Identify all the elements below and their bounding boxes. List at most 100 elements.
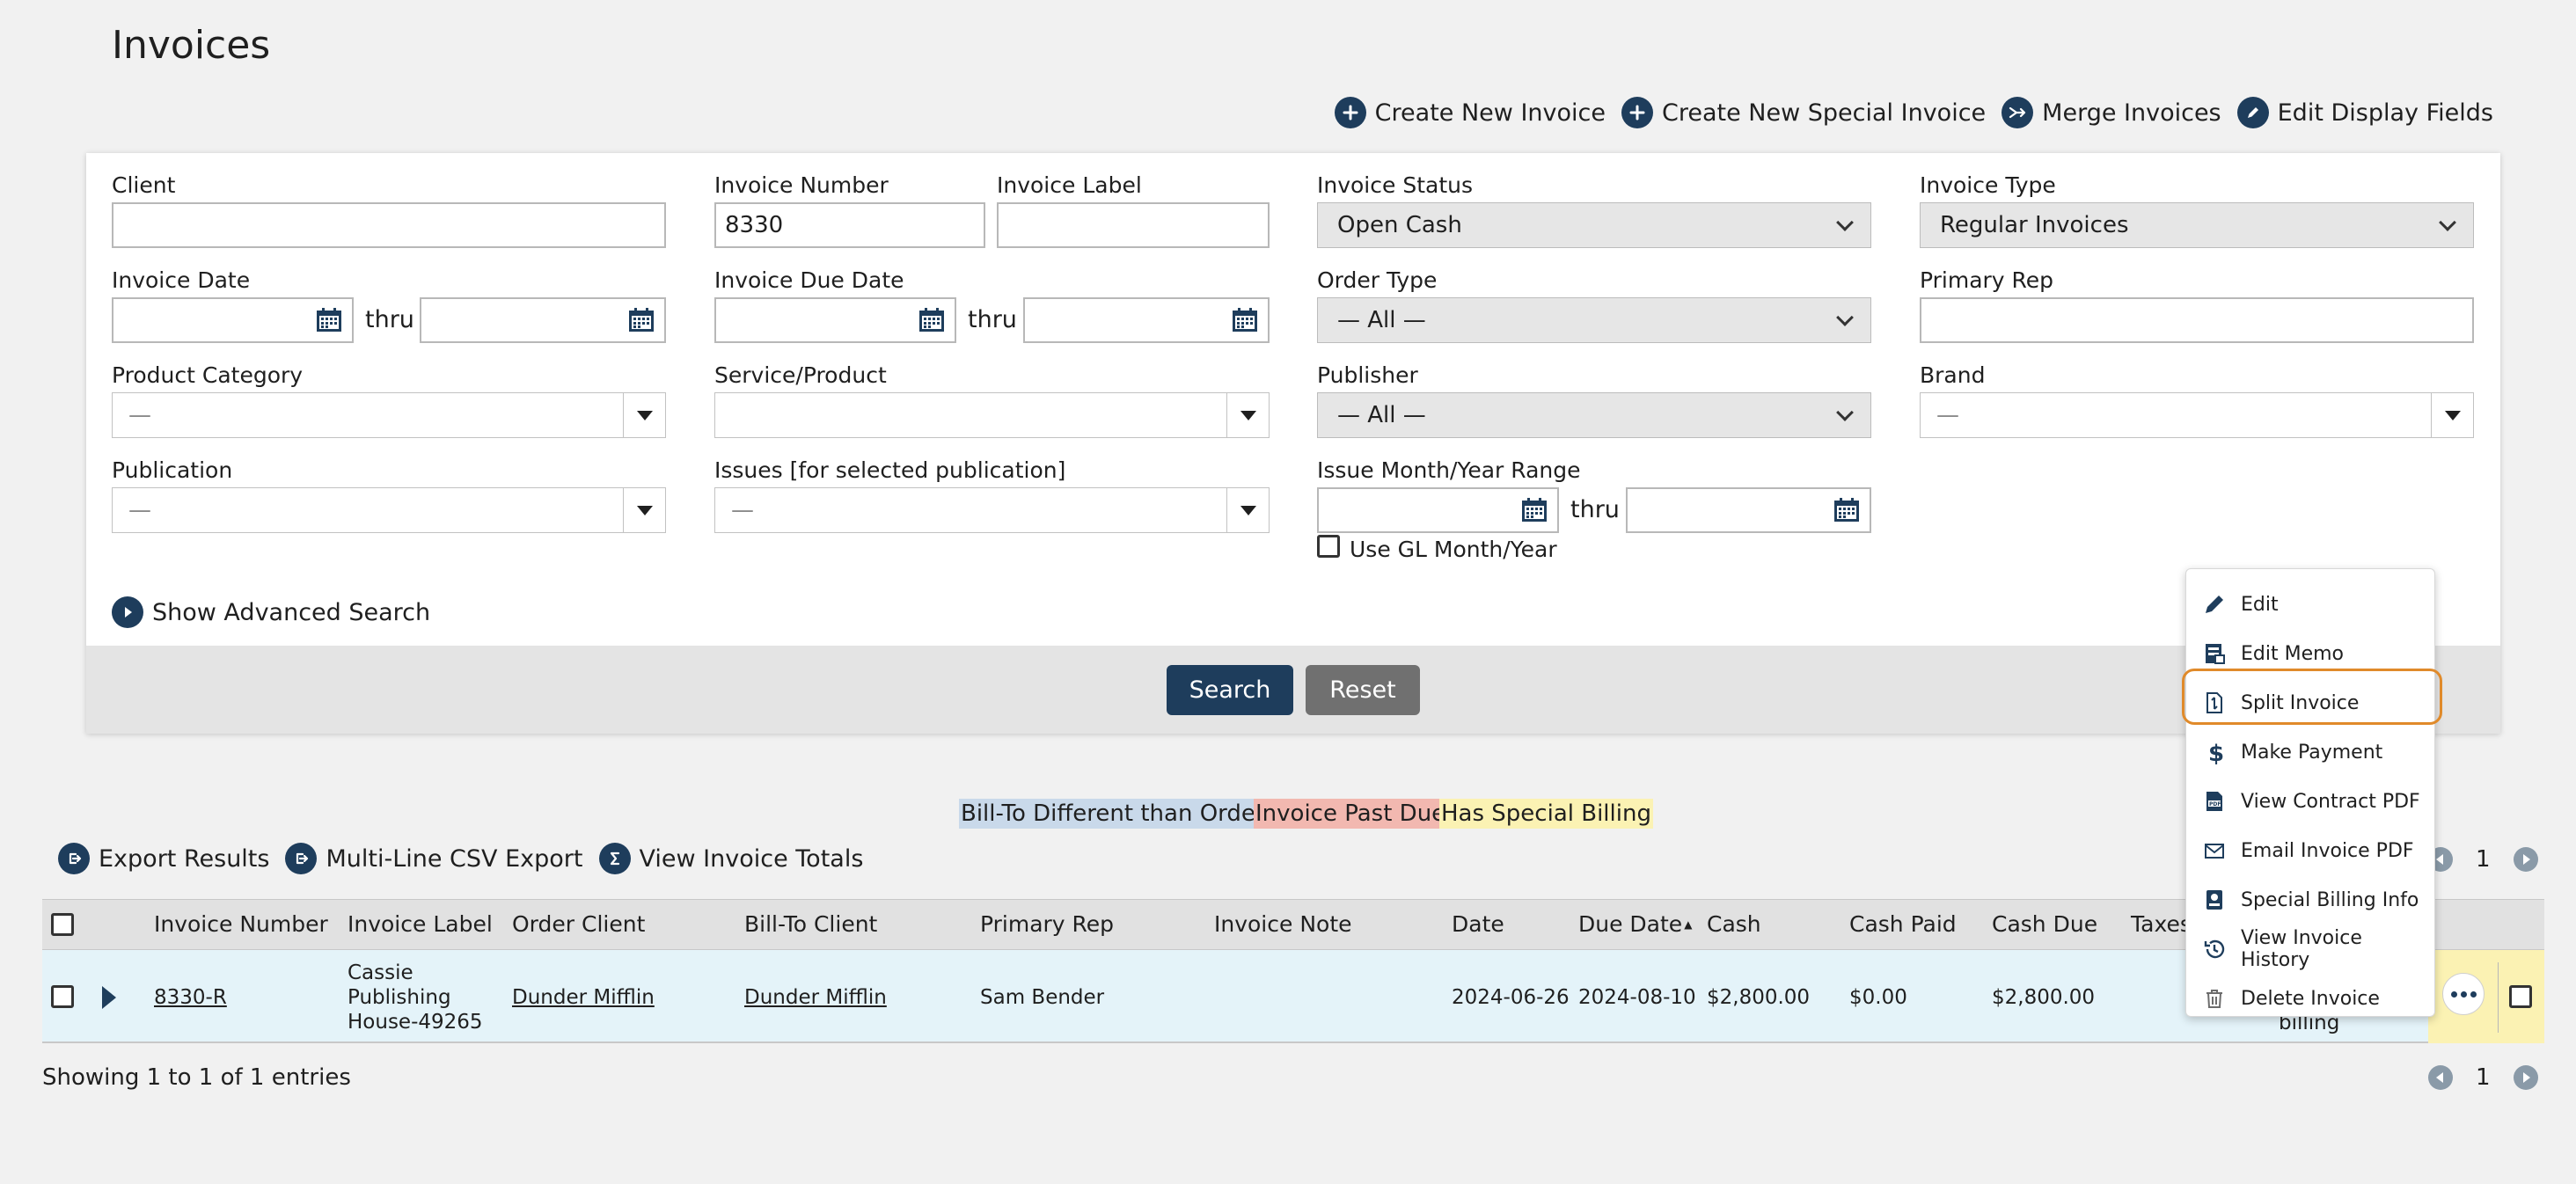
dropdown-arrow-icon[interactable]: [623, 488, 665, 532]
view-invoice-totals-button[interactable]: View Invoice Totals: [598, 843, 863, 874]
dropdown-arrow-icon[interactable]: [2431, 393, 2473, 437]
plus-icon: [1334, 97, 1366, 128]
svg-text:$: $: [2208, 741, 2224, 764]
svg-text:PDF: PDF: [2209, 801, 2221, 808]
menu-item-label: Special Billing Info: [2241, 888, 2419, 911]
order-client-link[interactable]: Dunder Mifflin: [512, 986, 655, 1009]
service-product-label: Service/Product: [714, 362, 887, 388]
cash-cell: $2,800.00: [1707, 986, 1811, 1009]
column-invoice-note[interactable]: Invoice Note: [1214, 911, 1352, 937]
menu-item-label: Delete Invoice: [2241, 987, 2380, 1010]
column-due-date[interactable]: Due Date ▲: [1578, 911, 1692, 937]
use-gl-checkbox[interactable]: [1317, 535, 1340, 558]
bottom-pager: 1: [2428, 1064, 2538, 1091]
menu-item-delete-invoice[interactable]: Delete Invoice: [2186, 976, 2436, 1021]
column-invoice-number[interactable]: Invoice Number: [154, 911, 328, 937]
bill-to-client-link[interactable]: Dunder Mifflin: [744, 986, 887, 1009]
select-all-checkbox[interactable]: [51, 913, 74, 936]
menu-item-view-contract-pdf[interactable]: PDF View Contract PDF: [2186, 778, 2436, 824]
expand-row-icon[interactable]: [102, 986, 116, 1009]
cash-due-cell: $2,800.00: [1992, 986, 2096, 1009]
invoice-date-from-input[interactable]: [112, 297, 354, 343]
issue-range-to-input[interactable]: [1626, 487, 1871, 533]
client-input[interactable]: [112, 202, 666, 248]
invoice-number-input[interactable]: [714, 202, 985, 248]
issue-range-thru: thru: [1570, 496, 1620, 523]
invoice-status-select[interactable]: Open Cash: [1317, 202, 1871, 248]
menu-item-label: Edit Memo: [2241, 642, 2345, 665]
publisher-label: Publisher: [1317, 362, 1418, 388]
row-checkbox[interactable]: [51, 985, 74, 1008]
merge-invoices-label: Merge Invoices: [2042, 99, 2221, 127]
invoice-number-link[interactable]: 8330-R: [154, 986, 227, 1009]
invoice-type-label: Invoice Type: [1920, 172, 2056, 198]
row-select-checkbox[interactable]: [2509, 985, 2532, 1008]
menu-item-edit[interactable]: Edit: [2186, 581, 2436, 627]
dropdown-arrow-icon[interactable]: [1226, 393, 1269, 437]
memo-icon: [2206, 644, 2225, 664]
menu-item-make-payment[interactable]: $ Make Payment: [2186, 729, 2436, 775]
menu-item-label: Email Invoice PDF: [2241, 839, 2414, 862]
invoice-type-select[interactable]: Regular Invoices: [1920, 202, 2474, 248]
reset-button[interactable]: Reset: [1306, 665, 1420, 715]
publisher-select[interactable]: — All —: [1317, 392, 1871, 438]
invoice-status-label: Invoice Status: [1317, 172, 1473, 198]
service-product-combo[interactable]: [714, 392, 1270, 438]
issues-combo[interactable]: —: [714, 487, 1270, 533]
use-gl-label: Use GL Month/Year: [1350, 537, 1557, 562]
export-results-button[interactable]: Export Results: [58, 843, 269, 874]
show-advanced-search-toggle[interactable]: Show Advanced Search: [112, 596, 430, 628]
search-button[interactable]: Search: [1167, 665, 1293, 715]
column-bill-to-client[interactable]: Bill-To Client: [744, 911, 877, 937]
invoice-label-line: House-49265: [348, 1011, 483, 1034]
next-page-icon[interactable]: [2513, 1065, 2538, 1090]
chevron-down-icon: [1836, 214, 1854, 231]
special-billing-icon: [2206, 890, 2222, 910]
merge-invoices-button[interactable]: Merge Invoices: [2002, 97, 2221, 128]
create-new-special-invoice-button[interactable]: Create New Special Invoice: [1621, 97, 1986, 128]
calendar-icon[interactable]: [1231, 307, 1259, 333]
primary-rep-label: Primary Rep: [1920, 267, 2054, 293]
primary-rep-input[interactable]: [1920, 297, 2474, 343]
menu-item-special-billing-info[interactable]: Special Billing Info: [2186, 877, 2436, 923]
column-cash-paid[interactable]: Cash Paid: [1849, 911, 1957, 937]
row-actions-menu-button[interactable]: [2442, 973, 2485, 1015]
invoice-due-date-to-input[interactable]: [1023, 297, 1270, 343]
product-category-combo[interactable]: —: [112, 392, 666, 438]
dropdown-arrow-icon[interactable]: [623, 393, 665, 437]
edit-display-fields-button[interactable]: Edit Display Fields: [2236, 97, 2493, 128]
dropdown-arrow-icon[interactable]: [1226, 488, 1269, 532]
column-taxes[interactable]: Taxes: [2131, 911, 2192, 937]
email-icon: [2205, 844, 2224, 859]
due-date-cell: 2024-08-10: [1578, 986, 1696, 1009]
order-type-select[interactable]: — All —: [1317, 297, 1871, 343]
menu-item-label: View Invoice History: [2241, 927, 2362, 971]
pencil-icon: [2206, 596, 2223, 613]
current-page[interactable]: 1: [2476, 1064, 2491, 1091]
next-page-icon[interactable]: [2513, 847, 2538, 872]
issue-range-from-input[interactable]: [1317, 487, 1559, 533]
calendar-icon[interactable]: [918, 307, 946, 333]
column-order-client[interactable]: Order Client: [512, 911, 645, 937]
create-new-invoice-button[interactable]: Create New Invoice: [1334, 97, 1606, 128]
calendar-icon[interactable]: [1520, 497, 1548, 523]
column-cash-due[interactable]: Cash Due: [1992, 911, 2097, 937]
current-page[interactable]: 1: [2476, 846, 2491, 873]
invoice-label-input[interactable]: [997, 202, 1270, 248]
column-cash[interactable]: Cash: [1707, 911, 1761, 937]
calendar-icon[interactable]: [1833, 497, 1861, 523]
column-date[interactable]: Date: [1452, 911, 1504, 937]
invoice-date-to-input[interactable]: [420, 297, 666, 343]
calendar-icon[interactable]: [627, 307, 655, 333]
publication-combo[interactable]: —: [112, 487, 666, 533]
column-primary-rep[interactable]: Primary Rep: [980, 911, 1114, 937]
multi-line-csv-export-button[interactable]: Multi-Line CSV Export: [285, 843, 583, 874]
invoice-label-cell: Cassie Publishing House-49265: [348, 961, 483, 1034]
brand-combo[interactable]: —: [1920, 392, 2474, 438]
calendar-icon[interactable]: [315, 307, 343, 333]
prev-page-icon[interactable]: [2428, 1065, 2453, 1090]
menu-item-view-invoice-history[interactable]: View Invoice History: [2186, 926, 2436, 972]
column-invoice-label[interactable]: Invoice Label: [348, 911, 493, 937]
menu-item-email-invoice-pdf[interactable]: Email Invoice PDF: [2186, 828, 2436, 873]
invoice-due-date-from-input[interactable]: [714, 297, 956, 343]
